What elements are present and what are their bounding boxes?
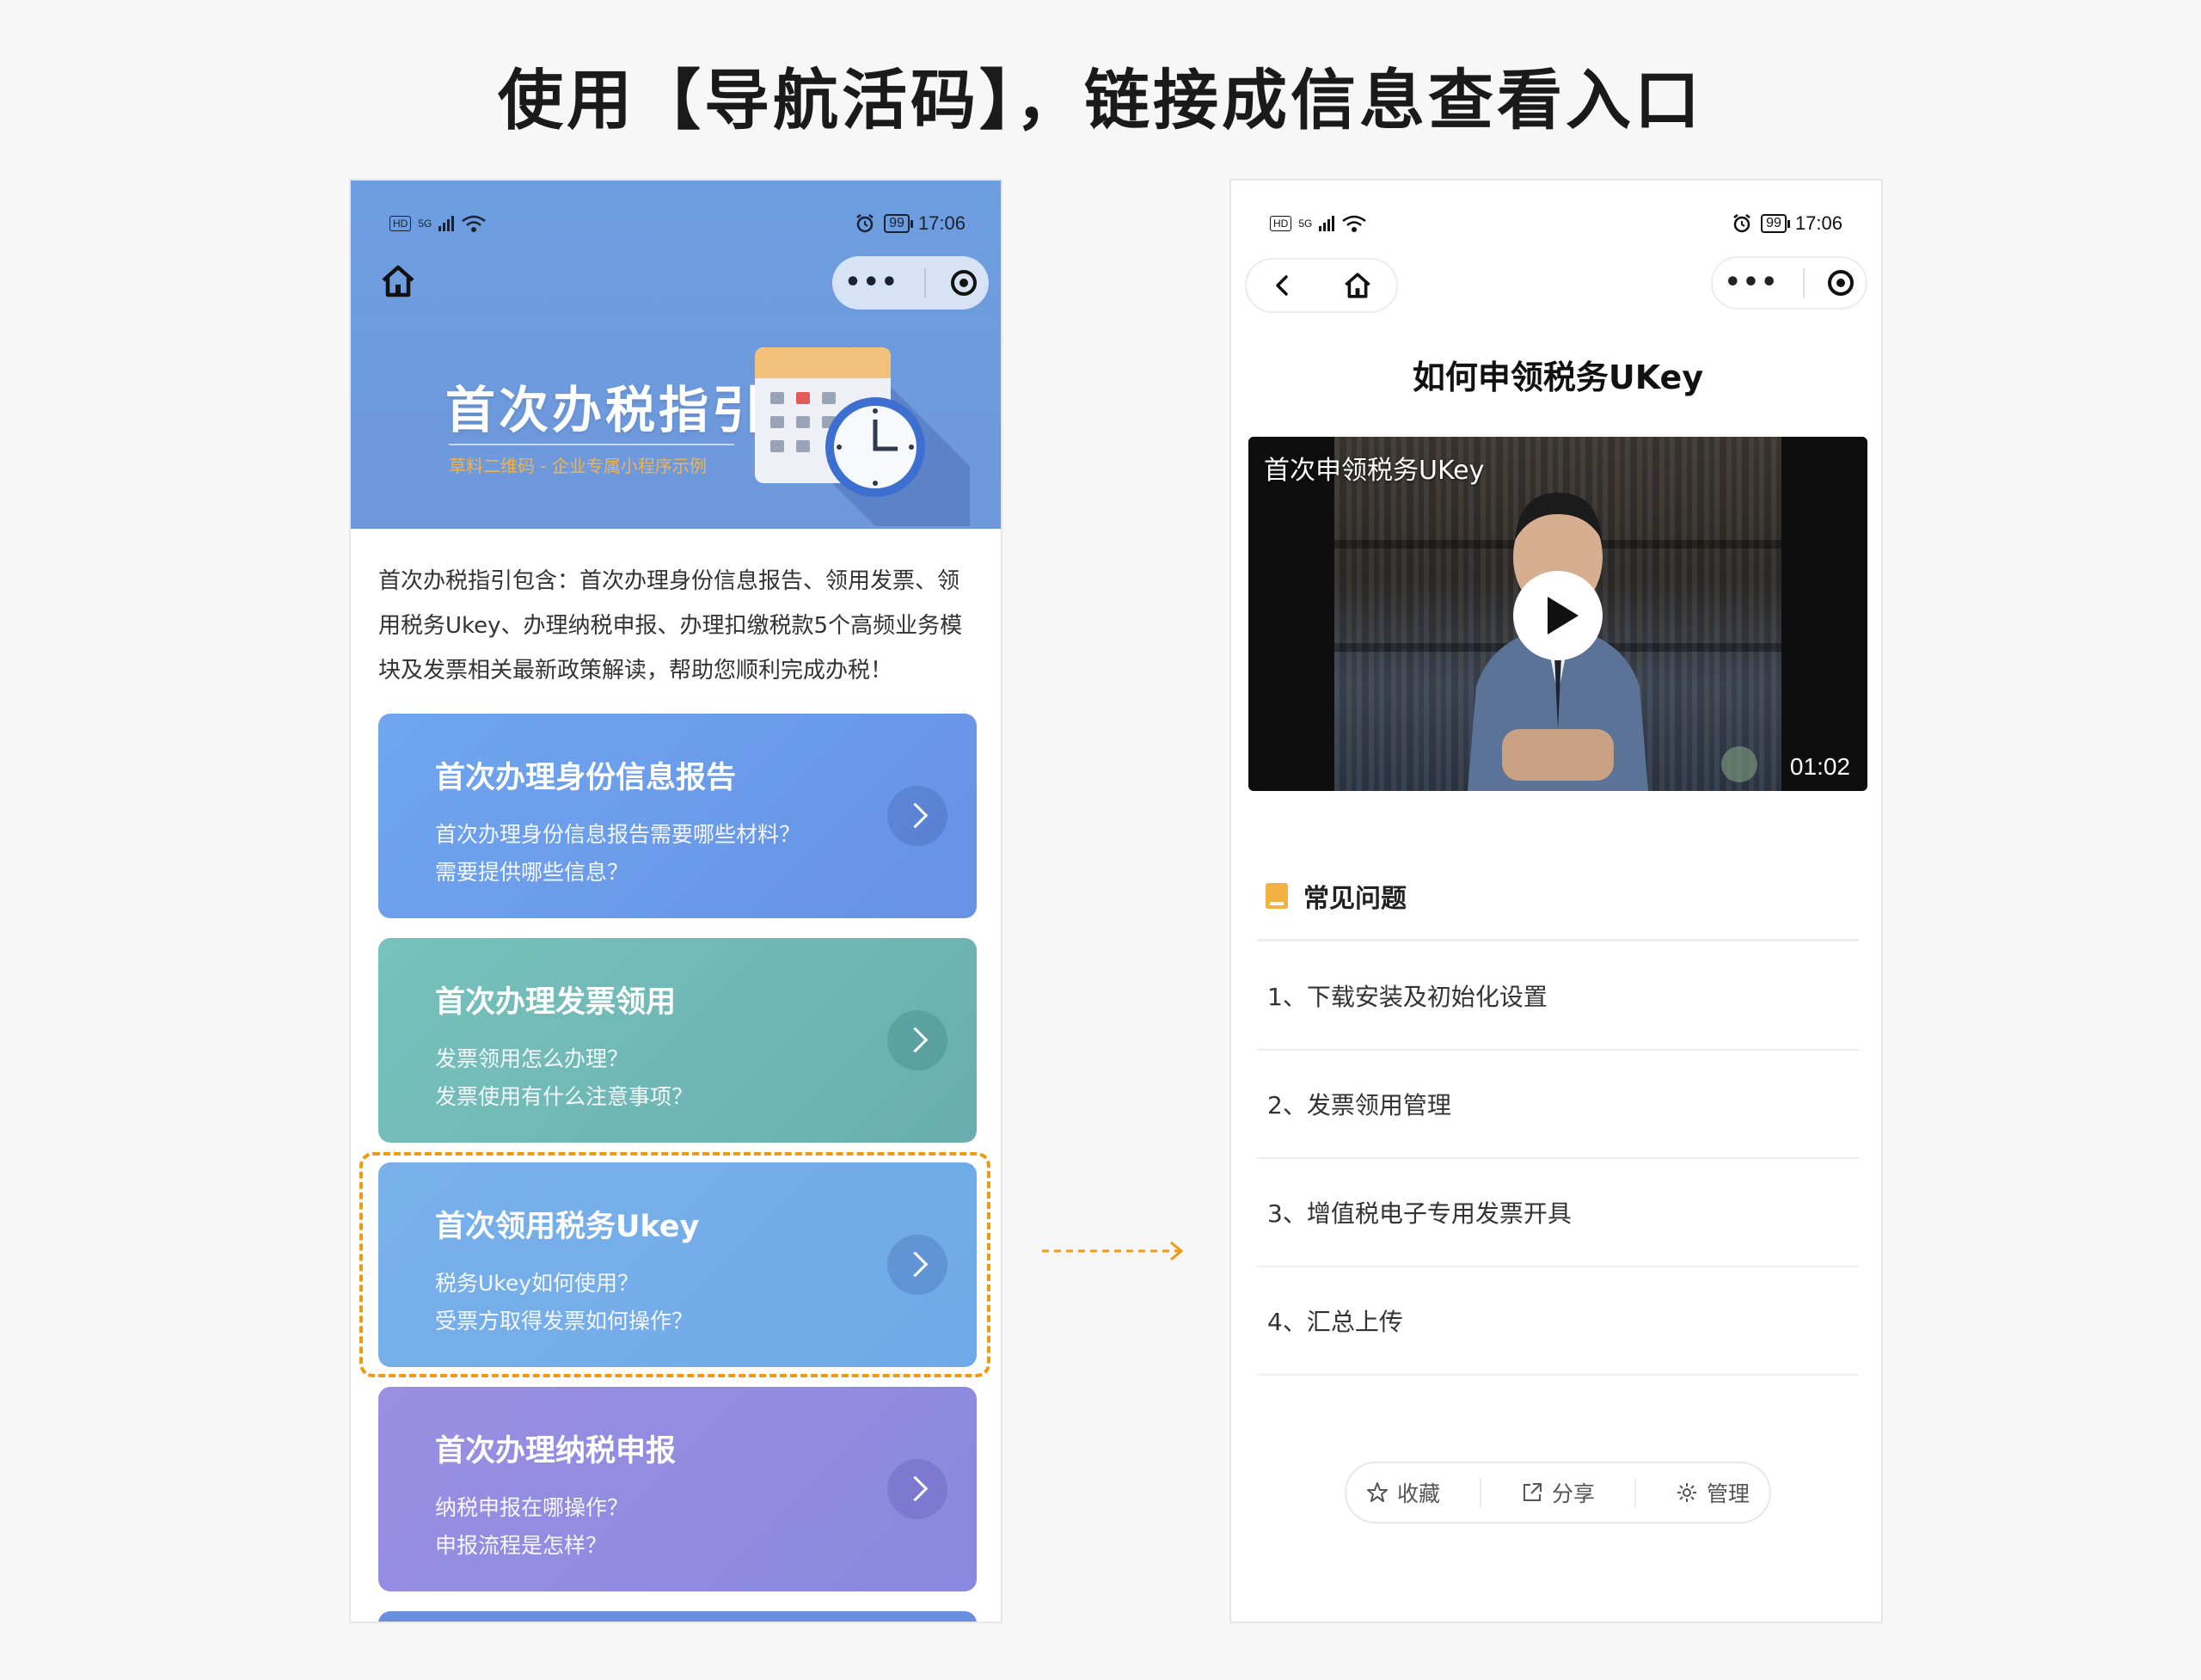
card-line: 申报流程是怎样？ <box>435 1533 608 1558</box>
video-title: 首次申领税务UKey <box>1264 456 1485 486</box>
faq-header: 常见问题 <box>1266 877 1407 915</box>
card-line: 需要提供哪些信息？ <box>435 860 629 885</box>
video-player[interactable]: 首次申领税务UKey 01:02 <box>1248 437 1867 791</box>
card-tax-filing[interactable]: 首次办理纳税申报 纳税申报在哪操作？ 申报流程是怎样？ <box>378 1387 977 1591</box>
chevron-right-icon[interactable] <box>887 1010 947 1070</box>
faq-item[interactable]: 2、发票领用管理 <box>1257 1051 1859 1159</box>
network-label: 5G <box>418 218 432 230</box>
faq-list: 1、下载安装及初始化设置 2、发票领用管理 3、增值税电子专用发票开具 4、汇总… <box>1257 942 1859 1376</box>
wifi-icon <box>1342 215 1367 232</box>
faq-item[interactable]: 3、增值税电子专用发票开具 <box>1257 1159 1859 1267</box>
banner-subtitle: 草料二维码 - 企业专属小程序示例 <box>449 444 734 477</box>
capsule-divider <box>923 268 926 297</box>
page-title: 如何申领税务UKey <box>1412 359 1704 396</box>
nav-pill <box>1245 258 1398 313</box>
action-bar: 收藏 分享 管理 <box>1345 1462 1771 1524</box>
gear-icon <box>1677 1483 1696 1502</box>
back-icon[interactable] <box>1268 271 1297 300</box>
status-time: 17:06 <box>917 212 966 234</box>
network-label: 5G <box>1298 218 1313 230</box>
calendar-clock-illustration <box>755 346 970 526</box>
guide-banner: HD 5G 99 17:06 ••• 首次办税指引 草料二维码 - 企业专属小程… <box>351 181 1001 529</box>
guide-intro-text: 首次办税指引包含：首次办理身份信息报告、领用发票、领用税务Ukey、办理纳税申报… <box>378 568 963 684</box>
progress-handle[interactable] <box>1721 746 1757 782</box>
card-title: 首次办理纳税申报 <box>435 1434 677 1468</box>
hd-indicator: HD <box>1270 216 1292 231</box>
dashed-arrow-icon <box>1042 1241 1184 1261</box>
left-phone-screen: HD 5G 99 17:06 ••• 首次办税指引 草料二维码 - 企业专属小程… <box>349 179 1002 1623</box>
manage-button[interactable]: 管理 <box>1676 1477 1750 1508</box>
capsule-divider <box>1802 268 1805 297</box>
card-title: 首次办理发票领用 <box>435 985 677 1020</box>
share-button[interactable]: 分享 <box>1521 1477 1595 1508</box>
share-icon <box>1523 1483 1542 1501</box>
battery-icon: 99 <box>884 214 913 233</box>
card-next-partial[interactable] <box>378 1611 977 1622</box>
alarm-icon <box>856 214 874 233</box>
more-menu-icon[interactable]: ••• <box>844 270 899 296</box>
chevron-right-icon[interactable] <box>887 1459 947 1519</box>
hd-indicator: HD <box>389 216 412 231</box>
close-miniprogram-icon[interactable] <box>950 270 977 296</box>
action-divider <box>1479 1478 1481 1507</box>
right-phone-screen: HD 5G 99 17:06 ••• 如何申领税务UKey 首次申领税务UKey… <box>1229 179 1883 1623</box>
faq-item[interactable]: 1、下载安装及初始化设置 <box>1257 942 1859 1051</box>
faq-divider <box>1257 939 1859 941</box>
home-icon[interactable] <box>377 260 420 303</box>
favorite-label: 收藏 <box>1396 1481 1440 1506</box>
signal-icon <box>438 216 455 231</box>
signal-icon <box>1319 216 1335 231</box>
star-icon <box>1366 1482 1388 1502</box>
card-invoice-claim[interactable]: 首次办理发票领用 发票领用怎么办理？ 发票使用有什么注意事项？ <box>378 938 977 1143</box>
banner-title: 首次办税指引 <box>445 381 766 439</box>
highlight-dashed-box <box>359 1152 990 1377</box>
manage-label: 管理 <box>1706 1481 1750 1506</box>
status-bar: HD 5G 99 17:06 <box>389 206 966 241</box>
action-divider <box>1634 1478 1636 1507</box>
home-icon[interactable] <box>1340 268 1375 303</box>
status-time: 17:06 <box>1794 212 1842 234</box>
play-icon[interactable] <box>1513 571 1603 660</box>
more-menu-icon[interactable]: ••• <box>1725 270 1780 296</box>
close-miniprogram-icon[interactable] <box>1828 270 1855 296</box>
book-icon <box>1266 883 1288 909</box>
share-label: 分享 <box>1551 1481 1595 1506</box>
alarm-icon <box>1733 214 1750 233</box>
battery-icon: 99 <box>1761 214 1790 233</box>
status-bar: HD 5G 99 17:06 <box>1270 206 1842 241</box>
video-duration: 01:02 <box>1789 753 1850 780</box>
faq-title: 常见问题 <box>1303 884 1407 914</box>
chevron-right-icon[interactable] <box>887 786 947 846</box>
miniprogram-capsule: ••• <box>832 256 989 310</box>
card-line: 发票使用有什么注意事项？ <box>435 1084 694 1109</box>
favorite-button[interactable]: 收藏 <box>1366 1477 1440 1508</box>
miniprogram-capsule: ••• <box>1711 256 1867 310</box>
card-title: 首次办理身份信息报告 <box>435 761 737 795</box>
faq-item[interactable]: 4、汇总上传 <box>1257 1267 1859 1376</box>
wifi-icon <box>462 215 487 232</box>
page-headline: 使用【导航活码】，链接成信息查看入口 <box>498 62 1703 138</box>
card-identity-report[interactable]: 首次办理身份信息报告 首次办理身份信息报告需要哪些材料？ 需要提供哪些信息？ <box>378 714 977 918</box>
